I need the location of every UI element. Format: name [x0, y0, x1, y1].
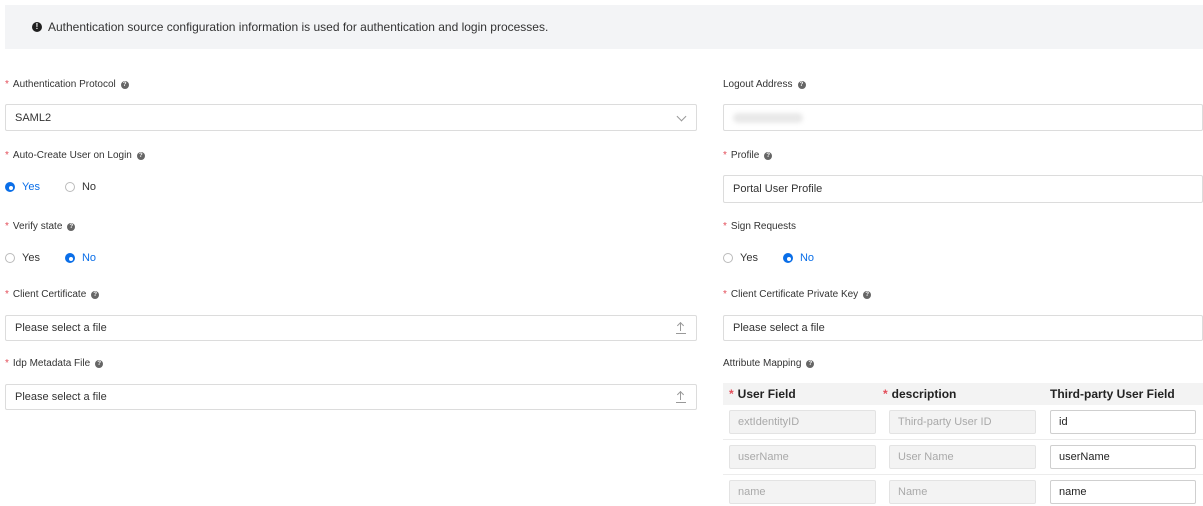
sign-requests-yes-radio[interactable]: Yes — [723, 252, 758, 264]
header-third-party: Third-party User Field — [1050, 387, 1175, 401]
idp-metadata-label: * Idp Metadata File ? — [5, 358, 104, 369]
client-cert-label-text: Client Certificate — [12, 289, 87, 300]
third-party-field-input[interactable]: userName — [1050, 445, 1196, 469]
verify-state-label-text: Verify state — [12, 221, 63, 232]
upload-icon[interactable] — [676, 321, 686, 334]
radio-label: Yes — [740, 252, 758, 264]
question-icon[interactable]: ? — [120, 80, 129, 89]
info-banner: ! Authentication source configuration in… — [5, 5, 1203, 49]
attr-mapping-label-text: Attribute Mapping — [723, 358, 802, 369]
auto-create-no-radio[interactable]: No — [64, 181, 97, 193]
client-key-file-input[interactable]: Please select a file — [723, 315, 1203, 341]
header-text: description — [891, 387, 957, 401]
required-mark: * — [5, 289, 9, 300]
description-cell: Third-party User ID — [889, 410, 1036, 434]
table-row: extIdentityID Third-party User ID id — [723, 405, 1203, 440]
client-cert-label: * Client Certificate ? — [5, 289, 100, 300]
verify-state-yes-radio[interactable]: Yes — [5, 252, 40, 264]
info-text: Authentication source configuration info… — [48, 20, 549, 34]
sign-requests-no-radio[interactable]: No — [782, 252, 815, 264]
user-field-cell: userName — [729, 445, 876, 469]
radio-label: No — [81, 181, 97, 193]
verify-state-no-radio[interactable]: No — [64, 252, 97, 264]
question-icon[interactable]: ? — [91, 290, 100, 299]
question-icon[interactable]: ? — [764, 151, 773, 160]
required-mark: * — [5, 358, 9, 369]
logout-address-label: Logout Address ? — [723, 79, 806, 90]
idp-metadata-placeholder: Please select a file — [15, 391, 107, 403]
header-text: User Field — [737, 387, 796, 401]
required-mark: * — [723, 150, 727, 161]
logout-address-label-text: Logout Address — [723, 79, 793, 90]
table-row: userName User Name userName — [723, 440, 1203, 475]
required-mark: * — [5, 150, 9, 161]
radio-label: No — [799, 252, 815, 264]
attr-mapping-header: * User Field * description Third-party Use… — [723, 383, 1203, 405]
chevron-down-icon — [676, 111, 687, 122]
question-icon[interactable]: ? — [806, 359, 815, 368]
required-mark: * — [5, 79, 9, 90]
third-party-field-input[interactable]: id — [1050, 410, 1196, 434]
client-key-label-text: Client Certificate Private Key — [730, 289, 859, 300]
radio-checked-icon — [5, 182, 15, 192]
client-key-label: * Client Certificate Private Key ? — [723, 289, 872, 300]
auth-protocol-label-text: Authentication Protocol — [12, 79, 116, 90]
profile-label-text: Profile — [730, 150, 760, 161]
required-mark: * — [723, 221, 727, 232]
profile-label: * Profile ? — [723, 150, 773, 161]
table-row: name Name name — [723, 475, 1203, 506]
question-icon[interactable]: ? — [95, 359, 104, 368]
auto-create-radio-group: Yes No — [5, 181, 121, 193]
sign-requests-label-text: Sign Requests — [730, 221, 796, 232]
info-icon: ! — [32, 22, 42, 32]
header-description: * description — [883, 387, 957, 401]
description-cell: Name — [889, 480, 1036, 504]
user-field-cell: name — [729, 480, 876, 504]
attr-mapping-label: Attribute Mapping ? — [723, 358, 815, 369]
radio-unchecked-icon — [64, 182, 75, 192]
auto-create-label-text: Auto-Create User on Login — [12, 150, 132, 161]
question-icon[interactable]: ? — [136, 151, 145, 160]
third-party-field-input[interactable]: name — [1050, 480, 1196, 504]
required-mark: * — [5, 221, 9, 232]
client-cert-file-input[interactable]: Please select a file — [5, 315, 697, 341]
radio-checked-icon — [64, 253, 75, 263]
question-icon[interactable]: ? — [797, 80, 806, 89]
idp-metadata-label-text: Idp Metadata File — [12, 358, 91, 369]
description-cell: User Name — [889, 445, 1036, 469]
radio-unchecked-icon — [5, 253, 15, 263]
verify-state-label: * Verify state ? — [5, 221, 76, 232]
auth-protocol-select[interactable]: SAML2 — [5, 104, 697, 131]
profile-input[interactable]: Portal User Profile — [723, 175, 1203, 203]
auth-protocol-value: SAML2 — [15, 111, 52, 124]
idp-metadata-file-input[interactable]: Please select a file — [5, 384, 697, 410]
verify-state-radio-group: Yes No — [5, 252, 121, 264]
auth-protocol-label: * Authentication Protocol ? — [5, 79, 129, 90]
profile-value: Portal User Profile — [733, 183, 823, 195]
upload-icon[interactable] — [676, 390, 686, 403]
auto-create-label: * Auto-Create User on Login ? — [5, 150, 145, 161]
required-mark: * — [723, 289, 727, 300]
sign-requests-radio-group: Yes No — [723, 252, 839, 264]
auto-create-yes-radio[interactable]: Yes — [5, 181, 40, 193]
logout-address-input[interactable] — [723, 104, 1203, 131]
radio-unchecked-icon — [723, 253, 733, 263]
client-key-placeholder: Please select a file — [733, 322, 825, 334]
question-icon[interactable]: ? — [863, 290, 872, 299]
radio-label: No — [81, 252, 97, 264]
radio-label: Yes — [22, 181, 40, 193]
client-cert-placeholder: Please select a file — [15, 322, 107, 334]
user-field-cell: extIdentityID — [729, 410, 876, 434]
radio-label: Yes — [22, 252, 40, 264]
sign-requests-label: * Sign Requests — [723, 221, 796, 232]
header-user-field: * User Field — [729, 387, 796, 401]
question-icon[interactable]: ? — [67, 222, 76, 231]
radio-checked-icon — [782, 253, 793, 263]
redacted-value — [733, 112, 803, 123]
